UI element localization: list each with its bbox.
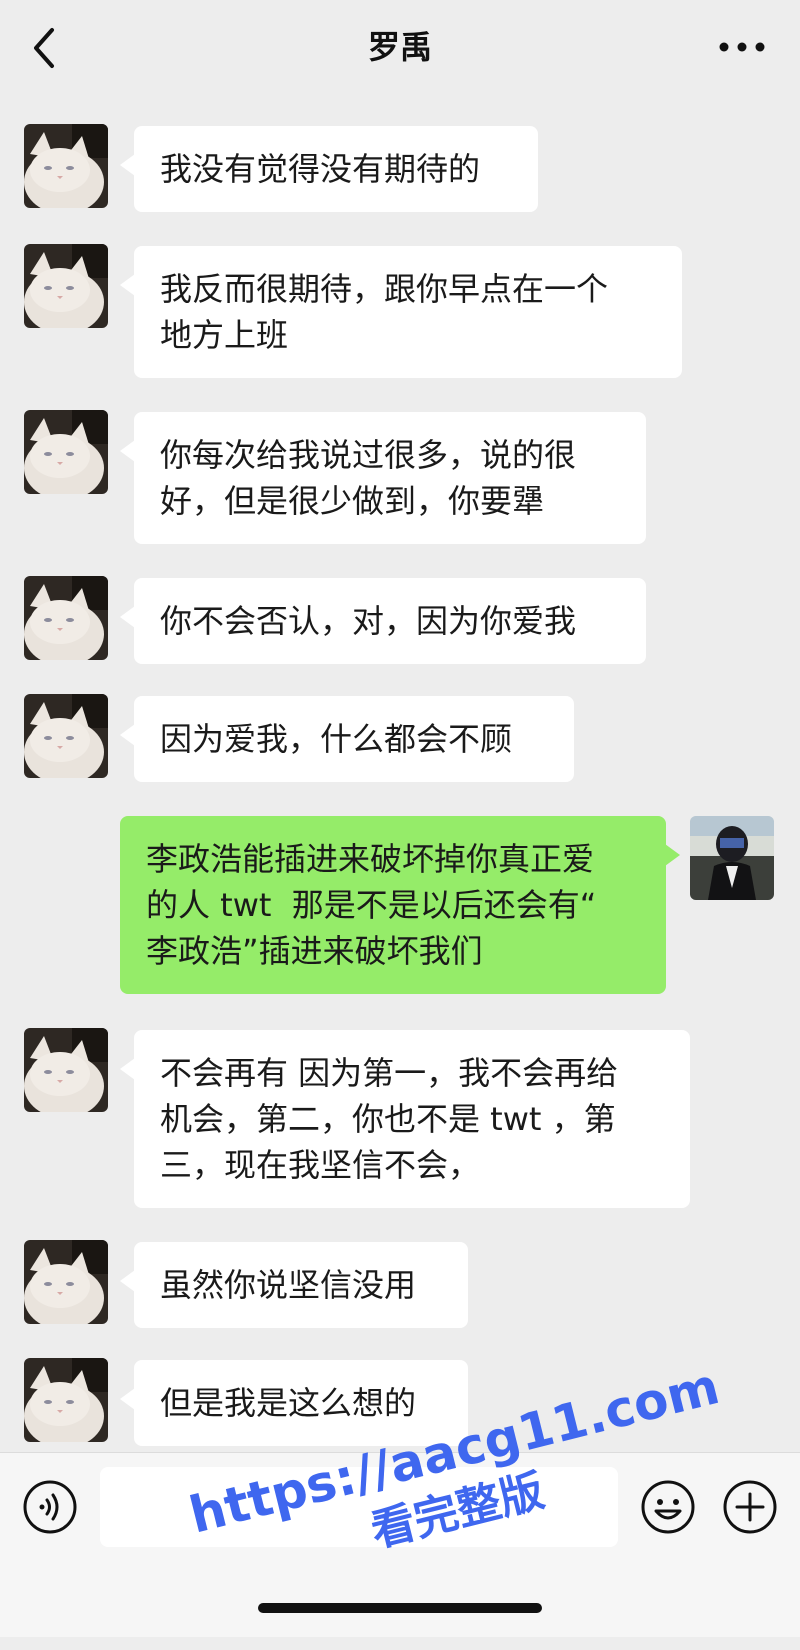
cat-avatar-image bbox=[24, 1240, 108, 1324]
contact-avatar[interactable] bbox=[24, 1240, 108, 1324]
cat-avatar-image bbox=[24, 410, 108, 494]
voice-button[interactable] bbox=[22, 1479, 78, 1535]
own-avatar[interactable] bbox=[690, 816, 774, 900]
contact-avatar[interactable] bbox=[24, 576, 108, 660]
cat-avatar-image bbox=[24, 244, 108, 328]
cat-avatar-image bbox=[24, 1358, 108, 1442]
plus-icon bbox=[723, 1480, 777, 1534]
message-bubble-incoming[interactable]: 你不会否认，对，因为你爱我 bbox=[120, 578, 646, 664]
message-input[interactable] bbox=[100, 1467, 618, 1547]
contact-avatar[interactable] bbox=[24, 410, 108, 494]
message-bubble-outgoing[interactable]: 李政浩能插进来破坏掉你真正爱 的人 twt 那是不是以后还会有“ 李政浩”插进来… bbox=[120, 816, 680, 994]
message-bubble-incoming[interactable]: 虽然你说坚信没用 bbox=[120, 1242, 468, 1328]
more-functions-button[interactable] bbox=[722, 1479, 778, 1535]
chat-header: 罗禹 bbox=[0, 0, 800, 96]
cat-avatar-image bbox=[24, 576, 108, 660]
message-bubble-incoming[interactable]: 我反而很期待，跟你早点在一个 地方上班 bbox=[120, 246, 682, 378]
user-avatar-image bbox=[690, 816, 774, 900]
emoji-icon bbox=[641, 1480, 695, 1534]
more-options-button[interactable] bbox=[712, 24, 772, 70]
contact-avatar[interactable] bbox=[24, 244, 108, 328]
message-bubble-incoming[interactable]: 因为爱我，什么都会不顾 bbox=[120, 696, 574, 782]
emoji-button[interactable] bbox=[640, 1479, 696, 1535]
home-indicator[interactable] bbox=[258, 1603, 542, 1613]
contact-avatar[interactable] bbox=[24, 694, 108, 778]
message-bubble-incoming[interactable]: 不会再有 因为第一，我不会再给 机会，第二，你也不是 twt ，第 三，现在我坚… bbox=[120, 1030, 690, 1208]
input-bar bbox=[0, 1452, 800, 1637]
contact-avatar[interactable] bbox=[24, 1028, 108, 1112]
message-bubble-incoming[interactable]: 但是我是这么想的 bbox=[120, 1360, 468, 1446]
cat-avatar-image bbox=[24, 124, 108, 208]
cat-avatar-image bbox=[24, 694, 108, 778]
cat-avatar-image bbox=[24, 1028, 108, 1112]
voice-icon bbox=[23, 1480, 77, 1534]
contact-avatar[interactable] bbox=[24, 1358, 108, 1442]
contact-avatar[interactable] bbox=[24, 124, 108, 208]
message-bubble-incoming[interactable]: 我没有觉得没有期待的 bbox=[120, 126, 538, 212]
message-bubble-incoming[interactable]: 你每次给我说过很多，说的很 好，但是很少做到，你要犟 bbox=[120, 412, 646, 544]
chat-title: 罗禹 bbox=[367, 28, 432, 66]
more-dots-icon bbox=[719, 42, 765, 52]
